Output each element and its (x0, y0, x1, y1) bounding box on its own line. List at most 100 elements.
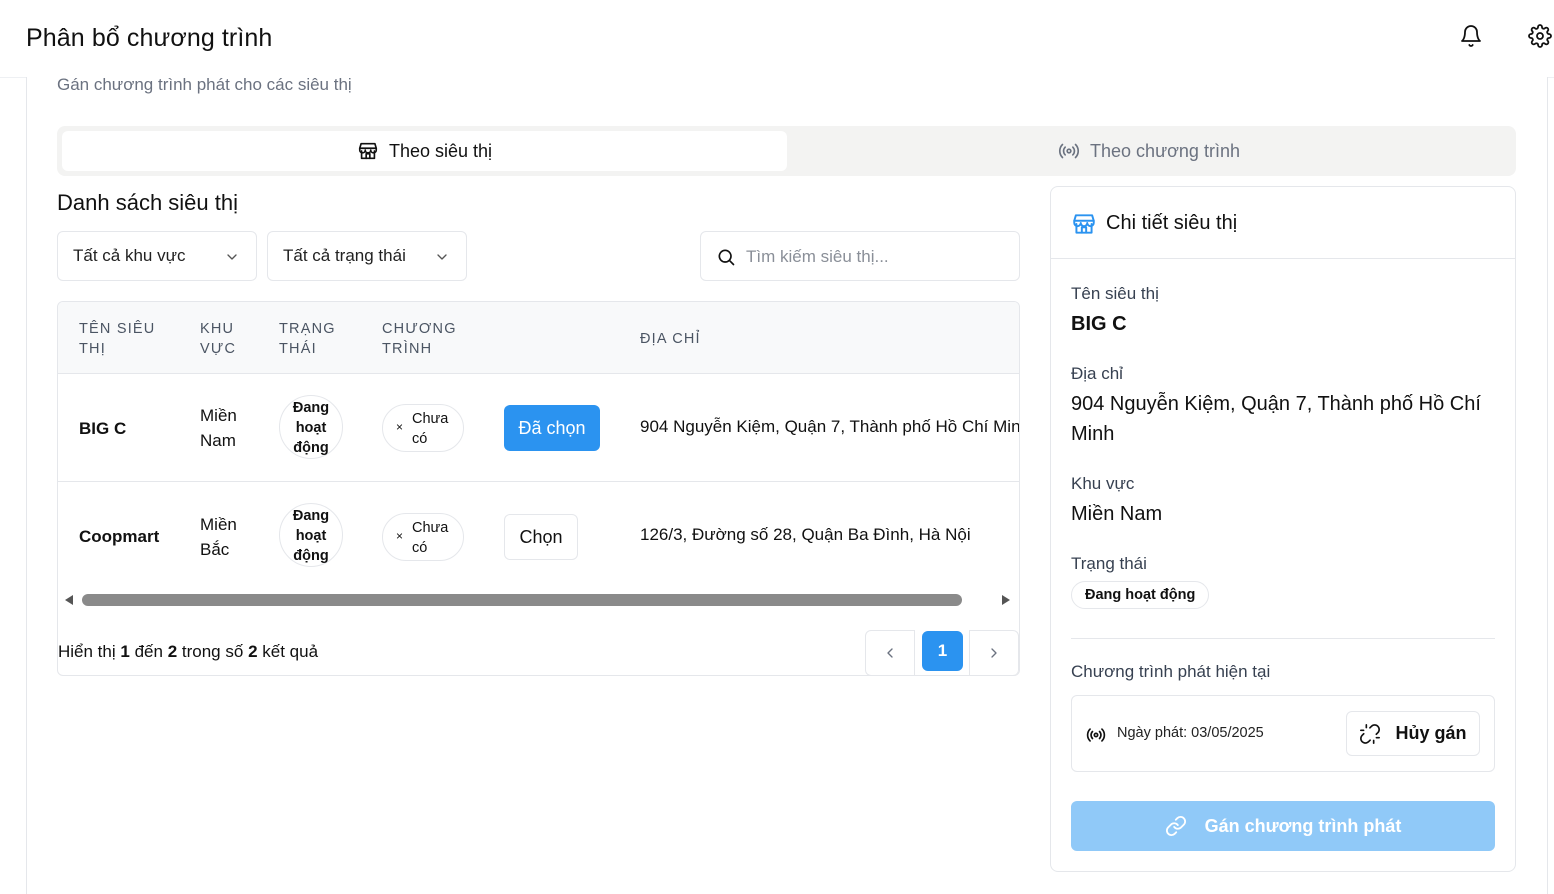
pagination-results-text: kết quả (262, 642, 319, 661)
unassign-button[interactable]: Hủy gán (1346, 711, 1480, 756)
chevron-right-icon (991, 648, 997, 658)
tab-by-store[interactable]: Theo siêu thị (62, 131, 787, 171)
status-badge: Đang hoạt động (279, 503, 343, 567)
broadcast-icon (1086, 728, 1106, 742)
pagination-to: 2 (167, 642, 178, 661)
col-header-status-line2: THÁI (279, 341, 317, 357)
pagination-to-text: đến (134, 642, 163, 661)
col-header-area-line1: KHU (200, 321, 235, 337)
pagination: 1 (865, 630, 1019, 675)
col-header-status-line1: TRẠNG (279, 321, 336, 337)
store-address: 126/3, Đường số 28, Quận Ba Đình, Hà Nội (640, 525, 971, 544)
program-badge-text: Chưa có (412, 518, 448, 558)
store-search (700, 231, 1020, 281)
detail-title: Chi tiết siêu thị (1106, 212, 1238, 234)
store-detail-panel: Chi tiết siêu thị Tên siêu thị BIG C Địa… (1050, 186, 1516, 872)
detail-area-value: Miền Nam (1071, 503, 1163, 525)
status-badge-line3: động (293, 548, 329, 564)
chevron-down-icon (437, 254, 447, 260)
area-filter-value: Tất cả khu vực (73, 246, 186, 265)
status-badge-line2: hoạt (295, 528, 327, 544)
chevron-down-icon (227, 254, 237, 260)
store-area: Miền Bắc (200, 512, 237, 562)
page-title: Phân bổ chương trình (26, 24, 273, 52)
detail-status-label: Trạng thái (1071, 554, 1147, 573)
pagination-info: Hiển thị 1 đến 2 trong số 2 kết quả (58, 642, 318, 662)
divider (1071, 638, 1495, 639)
store-list-title: Danh sách siêu thị (57, 190, 238, 215)
detail-address-line1: 904 Nguyễn Kiệm, Quận 7, Thành phố Hồ Ch… (1071, 393, 1481, 415)
horizontal-scrollbar[interactable] (58, 590, 1019, 610)
status-badge-line3: động (293, 440, 329, 456)
tab-by-store-label: Theo siêu thị (388, 140, 493, 161)
col-header-area-line2: VỰC (200, 341, 237, 357)
status-badge-line1: Đang (292, 508, 330, 524)
unlink-icon (1360, 723, 1381, 744)
page-subtitle: Gán chương trình phát cho các siêu thị (57, 75, 352, 94)
program-badge-text: Chưa có (412, 409, 448, 449)
gear-icon[interactable] (1528, 24, 1552, 48)
col-header-program: CHƯƠNG TRÌNH (382, 319, 457, 359)
scroll-left-arrow-icon[interactable] (65, 595, 73, 605)
table-row[interactable]: BIG C Miền Nam Đang hoạt động × Chưa có … (58, 374, 1019, 482)
col-header-program-line1: CHƯƠNG (382, 321, 457, 337)
store-area-line2: Bắc (200, 540, 230, 559)
broadcast-icon (1058, 143, 1080, 159)
search-icon (718, 249, 735, 266)
store-area-line1: Miền (200, 406, 237, 425)
bell-icon[interactable] (1459, 24, 1483, 48)
view-tabs: Theo siêu thị Theo chương trình (57, 126, 1516, 176)
status-badge-line2: hoạt (295, 420, 327, 436)
program-badge: × Chưa có (382, 404, 464, 452)
choose-button[interactable]: Chọn (504, 514, 578, 560)
store-name: Coopmart (79, 527, 160, 546)
col-header-address: ĐỊA CHỈ (640, 331, 701, 347)
program-badge-line1: Chưa (412, 520, 449, 536)
store-address: 904 Nguyễn Kiệm, Quận 7, Thành phố Hồ Ch… (640, 417, 1020, 436)
detail-header: Chi tiết siêu thị (1051, 187, 1515, 259)
area-filter-select[interactable]: Tất cả khu vực (57, 231, 257, 281)
col-header-program-line2: TRÌNH (382, 341, 433, 357)
scrollbar-thumb[interactable] (82, 594, 962, 606)
status-badge: Đang hoạt động (279, 395, 343, 459)
program-badge-line2: có (412, 540, 428, 556)
scroll-right-arrow-icon[interactable] (1002, 595, 1010, 605)
close-icon: × (396, 529, 404, 543)
detail-area-label: Khu vực (1071, 474, 1135, 493)
current-page-button[interactable]: 1 (922, 631, 963, 671)
chevron-left-icon (887, 648, 893, 658)
program-badge-line2: có (412, 431, 428, 447)
link-icon (1165, 815, 1186, 837)
col-header-name-line1: TÊN SIÊU (79, 321, 156, 337)
tab-by-program[interactable]: Theo chương trình (787, 131, 1511, 171)
detail-address-line2: Minh (1071, 423, 1115, 445)
store-icon (1073, 214, 1095, 234)
detail-name-label: Tên siêu thị (1071, 284, 1159, 303)
current-program-date: Ngày phát: 03/05/2025 (1117, 725, 1264, 741)
selected-button[interactable]: Đã chọn (504, 405, 600, 451)
assign-program-button[interactable]: Gán chương trình phát (1071, 801, 1495, 851)
status-badge-line1: Đang (292, 400, 330, 416)
close-icon: × (396, 420, 404, 434)
tab-by-program-label: Theo chương trình (1090, 140, 1240, 161)
status-filter-value: Tất cả trạng thái (283, 246, 406, 265)
status-filter-select[interactable]: Tất cả trạng thái (267, 231, 467, 281)
col-header-name: TÊN SIÊU THỊ (79, 319, 155, 359)
detail-address-label: Địa chỉ (1071, 364, 1123, 383)
pagination-from: 1 (120, 642, 130, 661)
table-row[interactable]: Coopmart Miền Bắc Đang hoạt động × Chưa … (58, 482, 1019, 590)
unassign-button-label: Hủy gán (1395, 723, 1467, 743)
col-header-status: TRẠNG THÁI (279, 319, 336, 359)
top-bar: Phân bổ chương trình (0, 0, 1554, 78)
col-header-area: KHU VỰC (200, 319, 236, 359)
next-page-button[interactable] (969, 630, 1019, 675)
assign-program-label: Gán chương trình phát (1204, 815, 1402, 836)
prev-page-button[interactable] (865, 630, 915, 675)
current-program-label: Chương trình phát hiện tại (1071, 662, 1271, 681)
program-badge: × Chưa có (382, 513, 464, 561)
pagination-total: 2 (248, 642, 258, 661)
detail-address-value: 904 Nguyễn Kiệm, Quận 7, Thành phố Hồ Ch… (1071, 389, 1481, 449)
search-input[interactable] (746, 244, 1006, 270)
detail-status-badge: Đang hoạt động (1071, 581, 1210, 609)
store-name: BIG C (79, 419, 127, 438)
